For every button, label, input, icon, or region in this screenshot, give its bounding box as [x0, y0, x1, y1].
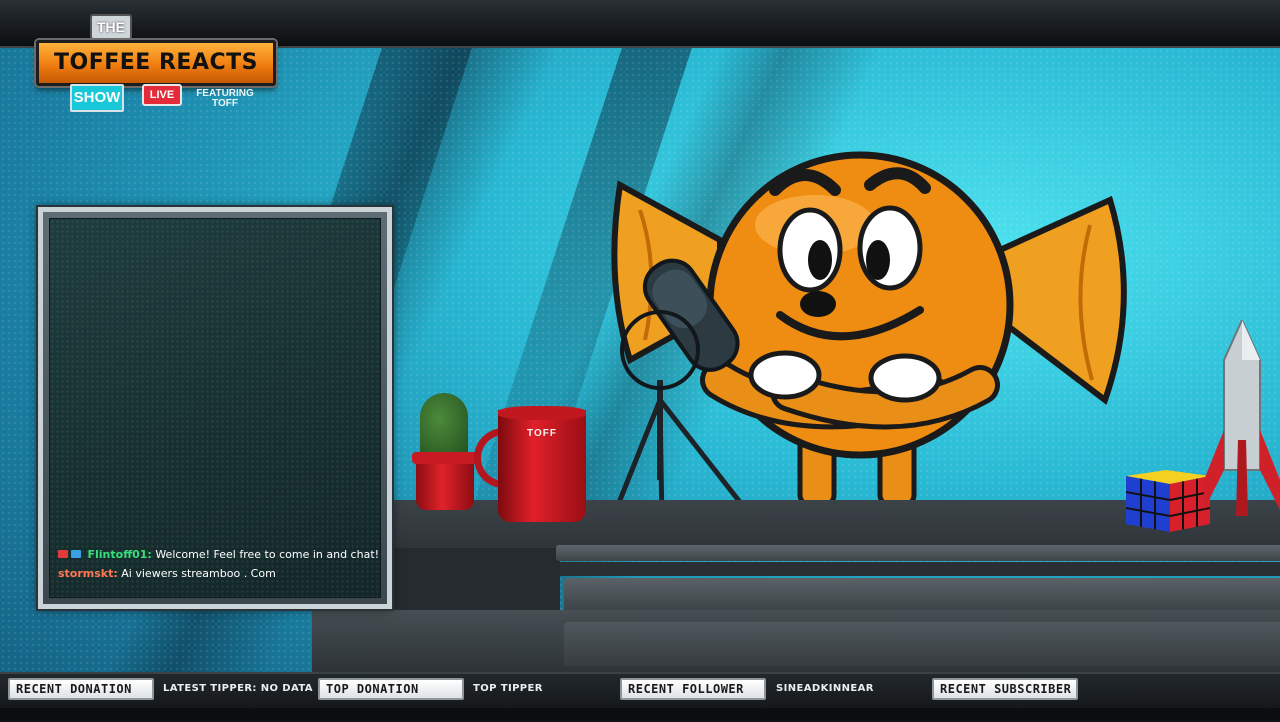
desk-step: [560, 562, 1280, 576]
cactus-pot: [416, 458, 474, 510]
cactus-pot-rim: [412, 452, 478, 464]
microphone-icon: [607, 258, 752, 526]
top-donation-label: TOP DONATION: [318, 678, 464, 700]
webcam-area: [49, 218, 381, 598]
recent-follower-value: SINEADKINNEAR: [776, 683, 874, 694]
chat-badge-icon: [71, 550, 81, 558]
mug-rim: [498, 406, 586, 420]
desk-step: [564, 578, 1280, 614]
live-badge: LIVE: [142, 84, 182, 106]
rocket-icon: [1204, 320, 1280, 516]
logo-show: SHOW: [70, 84, 124, 112]
recent-donation-label: RECENT DONATION: [8, 678, 154, 700]
bottom-edge: [0, 708, 1280, 720]
rubiks-cube-icon: [1126, 470, 1210, 532]
latest-tipper-label: LATEST TIPPER: NO DATA: [163, 683, 313, 694]
logo-title: TOFFEE REACTS: [36, 40, 276, 86]
chat-username: Flintoff01:: [87, 548, 152, 561]
chat-message: Flintoff01: Welcome! Feel free to come i…: [58, 545, 380, 564]
logo-the: THE: [90, 14, 132, 40]
chat-text: Ai viewers streamboo . Com: [121, 567, 276, 580]
logo-featuring: FEATURING TOFF: [190, 89, 260, 109]
featuring-name: TOFF: [212, 98, 238, 109]
recent-subscriber-label: RECENT SUBSCRIBER: [932, 678, 1078, 700]
mug-icon: [498, 410, 586, 522]
chat-username: stormskt:: [58, 567, 118, 580]
desk-edge: [564, 622, 1280, 666]
mug-label: TOFF: [527, 428, 557, 439]
desk-front: [390, 548, 560, 612]
recent-follower-label: RECENT FOLLOWER: [620, 678, 766, 700]
desk-step: [556, 545, 1280, 561]
chat-text: Welcome! Feel free to come in and chat!: [155, 548, 380, 561]
chat-overlay: Flintoff01: Welcome! Feel free to come i…: [58, 545, 380, 583]
cactus-icon: [420, 393, 468, 457]
chat-badge-icon: [58, 550, 68, 558]
chat-message: stormskt: Ai viewers streamboo . Com: [58, 564, 378, 583]
top-tipper-label: TOP TIPPER: [473, 683, 543, 694]
